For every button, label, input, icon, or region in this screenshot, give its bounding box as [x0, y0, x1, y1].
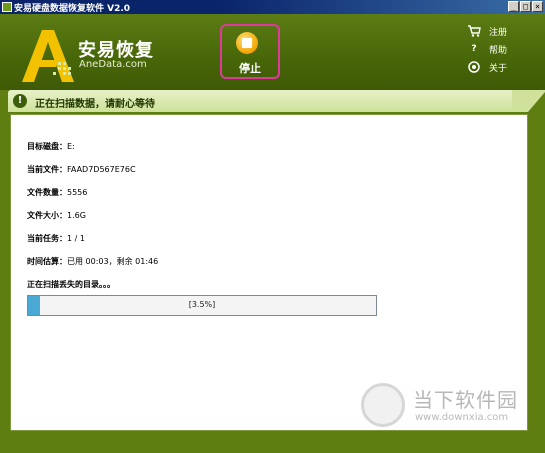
register-link[interactable]: 注册	[467, 22, 527, 40]
scan-panel: 目标磁盘：E: 当前文件：FAAD7D567E76C 文件数量：5556 文件大…	[10, 114, 528, 431]
window-title: 安易硬盘数据恢复软件 V2.0	[14, 3, 131, 14]
info-icon	[467, 60, 481, 74]
disk-value: E:	[67, 142, 75, 151]
about-label: 关于	[489, 63, 508, 74]
info-icon: !	[13, 94, 27, 108]
file-value: FAAD7D567E76C	[67, 165, 136, 174]
size-label: 文件大小：	[27, 211, 67, 220]
stop-button[interactable]: 停止	[220, 24, 280, 79]
size-row: 文件大小：1.6G	[27, 210, 86, 221]
logo-icon	[22, 30, 74, 82]
count-label: 文件数量：	[27, 188, 67, 197]
stop-icon	[236, 32, 258, 54]
task-value: 1 / 1	[67, 234, 85, 243]
task-row: 当前任务：1 / 1	[27, 233, 85, 244]
help-link[interactable]: ? 帮助	[467, 40, 527, 58]
file-label: 当前文件：	[27, 165, 67, 174]
window-controls: _ □ ×	[508, 1, 543, 12]
minimize-button[interactable]: _	[508, 1, 519, 12]
progress-bar: [3.5%]	[27, 295, 377, 316]
watermark-url: www.downxia.com	[415, 412, 509, 423]
about-link[interactable]: 关于	[467, 58, 527, 76]
app-icon	[2, 2, 12, 12]
time-row: 时间估算：已用 00:03，剩余 01:46	[27, 256, 158, 267]
time-label: 时间估算：	[27, 257, 67, 266]
help-label: 帮助	[489, 45, 508, 56]
main-frame: ! 正在扫描数据，请耐心等待 目标磁盘：E: 当前文件：FAAD7D567E76…	[0, 90, 545, 453]
title-bar: 安易硬盘数据恢复软件 V2.0 _ □ ×	[0, 0, 545, 14]
file-row: 当前文件：FAAD7D567E76C	[27, 164, 136, 175]
disk-label: 目标磁盘：	[27, 142, 67, 151]
progress-text: [3.5%]	[188, 300, 216, 309]
maximize-button[interactable]: □	[520, 1, 531, 12]
cart-icon	[467, 24, 481, 38]
question-icon: ?	[471, 44, 477, 54]
watermark-logo-icon	[361, 383, 405, 427]
size-value: 1.6G	[67, 211, 86, 220]
status-banner-tail	[512, 90, 545, 112]
time-value: 已用 00:03，剩余 01:46	[67, 257, 159, 266]
top-menu: 注册 ? 帮助 关于	[467, 22, 527, 76]
watermark: 当下软件园 www.downxia.com	[361, 380, 531, 435]
count-value: 5556	[67, 188, 88, 197]
app-header: 安易恢复 AneData.com 停止 注册 ? 帮助 关于	[0, 14, 545, 90]
scan-message: 正在扫描丢失的目录。。。	[27, 280, 115, 289]
disk-row: 目标磁盘：E:	[27, 141, 75, 152]
register-label: 注册	[489, 27, 508, 38]
brand-url: AneData.com	[79, 59, 147, 70]
stop-label: 停止	[239, 62, 261, 75]
status-banner: ! 正在扫描数据，请耐心等待	[8, 90, 528, 112]
watermark-cn: 当下软件园	[413, 388, 518, 412]
count-row: 文件数量：5556	[27, 187, 87, 198]
task-label: 当前任务：	[27, 234, 67, 243]
close-button[interactable]: ×	[532, 1, 543, 12]
status-text: 正在扫描数据，请耐心等待	[35, 99, 155, 110]
